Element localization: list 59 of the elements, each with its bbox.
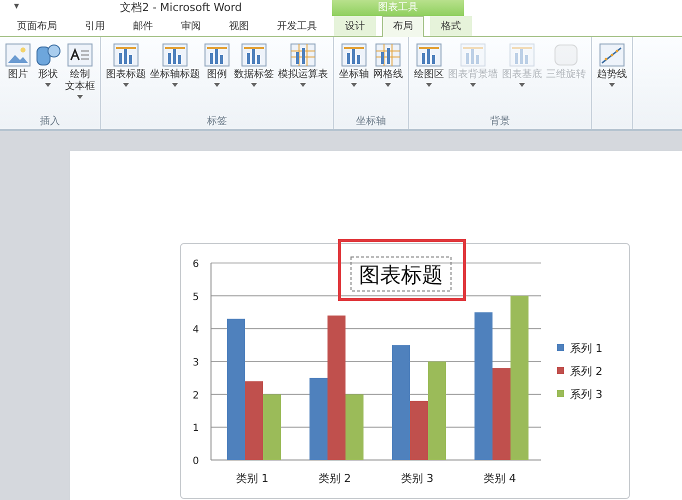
grid-chart-icon (375, 43, 401, 67)
bar-chart-icon (113, 43, 139, 67)
ribbon-button[interactable]: 形状 (34, 41, 62, 89)
group-label: 标签 (206, 115, 228, 129)
ribbon-button[interactable]: 图例 (203, 41, 231, 89)
bar-chart-icon (416, 43, 442, 67)
axis-tick-label: 6 (192, 259, 199, 270)
ribbon-button[interactable]: 网格线 (372, 41, 404, 89)
ribbon-button[interactable]: 趋势线 (596, 41, 628, 89)
bar-chart-icon (460, 43, 486, 67)
ribbon-tab[interactable]: 页面布局 (6, 16, 68, 36)
bar-chart-icon (162, 43, 188, 67)
legend-label: 系列 3 (570, 388, 602, 401)
category-label: 类别 3 (401, 472, 434, 485)
ribbon-button[interactable]: 坐标轴标题 (149, 41, 201, 89)
grid-chart-icon (290, 43, 316, 67)
axis-tick-label: 1 (192, 423, 199, 434)
category-label: 类别 1 (236, 472, 268, 485)
quick-access-menu[interactable]: ▾ (0, 0, 44, 16)
ribbon-tab[interactable]: 布局 (382, 16, 424, 37)
group-label: 背景 (489, 115, 511, 129)
ribbon-button[interactable]: 绘制 文本框 (64, 41, 96, 101)
window-title: 文档2 - Microsoft Word (119, 0, 243, 16)
ribbon-tab[interactable]: 视图 (218, 16, 260, 36)
axis-tick-label: 4 (192, 324, 199, 336)
context-tab-group-label: 图表工具 (332, 0, 464, 16)
axis-tick-label: 0 (192, 456, 199, 467)
category-label: 类别 4 (484, 472, 516, 485)
shapes-icon (35, 43, 61, 67)
cube-icon (553, 43, 579, 67)
ribbon-button[interactable]: 坐标轴 (338, 41, 370, 89)
ribbon-tab[interactable]: 开发工具 (266, 16, 328, 36)
text-box-icon (67, 43, 93, 67)
ribbon-tab[interactable]: 格式 (430, 16, 472, 36)
ribbon-tab[interactable]: 设计 (334, 16, 376, 36)
bar-chart-icon (509, 43, 535, 67)
legend-label: 系列 1 (570, 342, 602, 355)
ribbon-tab[interactable]: 邮件 (122, 16, 164, 36)
category-label: 类别 2 (318, 472, 351, 485)
legend-label: 系列 2 (570, 365, 602, 378)
bar-chart-icon (241, 43, 267, 67)
axis-tick-label: 3 (192, 358, 199, 368)
bar-chart-icon (204, 43, 230, 67)
picture-icon (5, 43, 31, 67)
ribbon-button[interactable]: 模拟运算表 (277, 41, 329, 89)
trend-chart-icon (599, 43, 625, 67)
ribbon-button[interactable]: 数据标签 (233, 41, 275, 89)
group-label: 坐标轴 (355, 115, 387, 129)
bar-chart-icon (341, 43, 367, 67)
chart-title[interactable]: 图表标题 (359, 263, 443, 287)
ribbon-tab[interactable]: 引用 (74, 16, 116, 36)
axis-tick-label: 5 (192, 292, 199, 303)
ribbon-button[interactable]: 图表标题 (105, 41, 147, 89)
bar (263, 394, 281, 460)
ribbon-button[interactable]: 图片 (4, 41, 32, 83)
group-label: 插入 (39, 115, 61, 129)
ribbon-button[interactable]: 绘图区 (413, 41, 445, 89)
axis-tick-label: 2 (192, 390, 199, 402)
ribbon-tab[interactable]: 审阅 (170, 16, 212, 36)
